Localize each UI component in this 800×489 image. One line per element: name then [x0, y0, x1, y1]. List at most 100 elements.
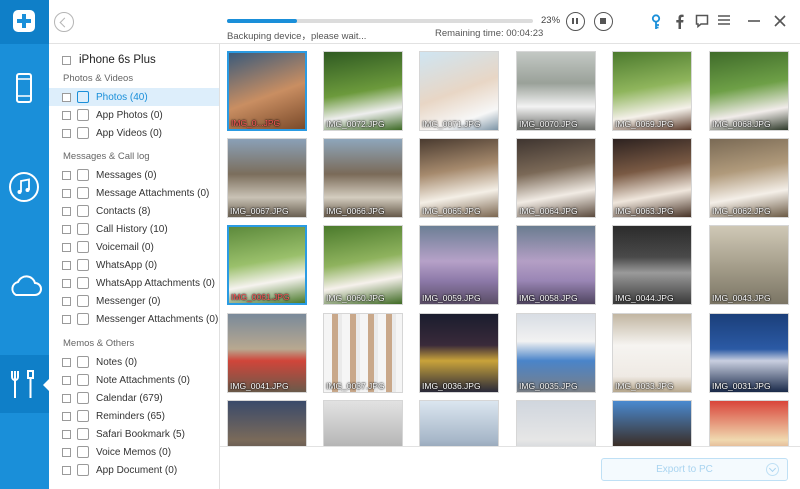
attachment-icon	[77, 187, 89, 199]
photo-thumbnail[interactable]: IMG_0061.JPG	[227, 225, 307, 305]
sidebar-item-whatsapp[interactable]: WhatsApp (0)	[49, 256, 219, 274]
photo-thumbnail[interactable]: IMG_0071.JPG	[419, 51, 499, 131]
item-checkbox[interactable]	[62, 92, 71, 102]
sidebar-item-call-history[interactable]: Call History (10)	[49, 220, 219, 238]
photo-thumbnail[interactable]: IMG_0065.JPG	[419, 138, 499, 218]
export-to-pc-button[interactable]: Export to PC	[601, 458, 788, 481]
item-checkbox[interactable]	[62, 170, 71, 180]
sidebar-item-safari-bookmark[interactable]: Safari Bookmark (5)	[49, 425, 219, 443]
photo-thumbnail[interactable]: IMG_0060.JPG	[323, 225, 403, 305]
sidebar-item-label: Reminders (65)	[96, 410, 165, 422]
sidebar-item-messenger[interactable]: Messenger (0)	[49, 292, 219, 310]
photo-thumbnail[interactable]: IMG_0063.JPG	[612, 138, 692, 218]
item-checkbox[interactable]	[62, 447, 71, 457]
photo-thumbnail[interactable]: IMG_0069.JPG	[612, 51, 692, 131]
sidebar-item-voicemail[interactable]: Voicemail (0)	[49, 238, 219, 256]
close-icon[interactable]	[772, 14, 788, 30]
progress-percent: 23%	[541, 15, 561, 26]
device-row[interactable]: iPhone 6s Plus	[62, 52, 156, 68]
feedback-icon[interactable]	[694, 14, 710, 30]
photo-thumbnail[interactable]	[709, 400, 789, 446]
sidebar-item-reminders[interactable]: Reminders (65)	[49, 407, 219, 425]
photo-thumbnail[interactable]: IMG_0044.JPG	[612, 225, 692, 305]
photo-thumbnail[interactable]: IMG_0037.JPG	[323, 313, 403, 393]
sidebar-item-messenger-attachments[interactable]: Messenger Attachments (0)	[49, 310, 219, 328]
contacts-icon	[77, 205, 89, 217]
device-checkbox[interactable]	[62, 55, 71, 65]
item-checkbox[interactable]	[62, 206, 71, 216]
photo-thumbnail[interactable]: IMG_0067.JPG	[227, 138, 307, 218]
sidebar-item-app-photos[interactable]: App Photos (0)	[49, 106, 219, 124]
messenger-icon	[77, 295, 89, 307]
sidebar-item-contacts[interactable]: Contacts (8)	[49, 202, 219, 220]
item-checkbox[interactable]	[62, 188, 71, 198]
item-checkbox[interactable]	[62, 465, 71, 475]
photo-thumbnail[interactable]: IMG_0059.JPG	[419, 225, 499, 305]
item-checkbox[interactable]	[62, 314, 71, 324]
sidebar-item-app-videos[interactable]: App Videos (0)	[49, 124, 219, 142]
music-icon	[9, 172, 39, 202]
photo-thumbnail[interactable]	[516, 400, 596, 446]
photo-thumbnail[interactable]: IMG_0070.JPG	[516, 51, 596, 131]
sidebar-item-photos[interactable]: Photos (40)	[49, 88, 219, 106]
photo-thumbnail[interactable]	[419, 400, 499, 446]
cloud-icon	[11, 275, 42, 296]
photo-thumbnail[interactable]: IMG_0041.JPG	[227, 313, 307, 393]
photo-filename: IMG_0068.JPG	[712, 119, 771, 129]
photo-thumbnail[interactable]: IMG_0...JPG	[227, 51, 307, 131]
photo-thumbnail[interactable]	[612, 400, 692, 446]
photo-thumbnail[interactable]: IMG_0058.JPG	[516, 225, 596, 305]
chevron-down-icon[interactable]	[766, 463, 779, 476]
photo-image	[517, 401, 595, 446]
item-checkbox[interactable]	[62, 411, 71, 421]
photo-thumbnail[interactable]: IMG_0068.JPG	[709, 51, 789, 131]
photo-thumbnail[interactable]: IMG_0066.JPG	[323, 138, 403, 218]
cloud-nav-button[interactable]	[0, 258, 49, 316]
stop-button[interactable]	[594, 12, 613, 31]
sidebar-item-message-attachments[interactable]: Message Attachments (0)	[49, 184, 219, 202]
photo-thumbnail[interactable]	[323, 400, 403, 446]
item-checkbox[interactable]	[62, 357, 71, 367]
sidebar-item-label: Contacts (8)	[96, 205, 151, 217]
photo-thumbnail[interactable]: IMG_0043.JPG	[709, 225, 789, 305]
item-checkbox[interactable]	[62, 260, 71, 270]
phone-nav-button[interactable]	[0, 59, 49, 117]
photo-thumbnail[interactable]: IMG_0072.JPG	[323, 51, 403, 131]
phone-icon	[16, 73, 32, 103]
sidebar-item-app-document[interactable]: App Document (0)	[49, 461, 219, 479]
photo-thumbnail[interactable]: IMG_0031.JPG	[709, 313, 789, 393]
photo-thumbnail[interactable]: IMG_0036.JPG	[419, 313, 499, 393]
photo-thumbnail[interactable]: IMG_0062.JPG	[709, 138, 789, 218]
facebook-icon[interactable]	[671, 14, 687, 30]
item-checkbox[interactable]	[62, 242, 71, 252]
minimize-icon[interactable]	[746, 14, 762, 30]
menu-icon[interactable]	[716, 14, 732, 30]
key-icon[interactable]	[648, 14, 664, 30]
item-checkbox[interactable]	[62, 128, 71, 138]
sidebar-item-calendar[interactable]: Calendar (679)	[49, 389, 219, 407]
photo-filename: IMG_0043.JPG	[712, 293, 771, 303]
sidebar-item-notes[interactable]: Notes (0)	[49, 353, 219, 371]
sidebar-item-label: Voicemail (0)	[96, 241, 154, 253]
attachment-icon	[77, 313, 89, 325]
item-checkbox[interactable]	[62, 375, 71, 385]
photo-thumbnail[interactable]: IMG_0035.JPG	[516, 313, 596, 393]
item-checkbox[interactable]	[62, 393, 71, 403]
sidebar-item-voice-memos[interactable]: Voice Memos (0)	[49, 443, 219, 461]
item-checkbox[interactable]	[62, 224, 71, 234]
photo-thumbnail[interactable]: IMG_0033.JPG	[612, 313, 692, 393]
photo-thumbnail[interactable]: IMG_0064.JPG	[516, 138, 596, 218]
sidebar-item-messages[interactable]: Messages (0)	[49, 166, 219, 184]
item-checkbox[interactable]	[62, 429, 71, 439]
sidebar-item-note-attachments[interactable]: Note Attachments (0)	[49, 371, 219, 389]
item-checkbox[interactable]	[62, 278, 71, 288]
photo-filename: IMG_0070.JPG	[519, 119, 578, 129]
music-nav-button[interactable]	[0, 158, 49, 216]
sidebar-item-whatsapp-attachments[interactable]: WhatsApp Attachments (0)	[49, 274, 219, 292]
item-checkbox[interactable]	[62, 110, 71, 120]
item-checkbox[interactable]	[62, 296, 71, 306]
back-button[interactable]	[54, 12, 74, 32]
pause-button[interactable]	[566, 12, 585, 31]
tools-nav-button[interactable]	[0, 355, 49, 413]
photo-thumbnail[interactable]	[227, 400, 307, 446]
